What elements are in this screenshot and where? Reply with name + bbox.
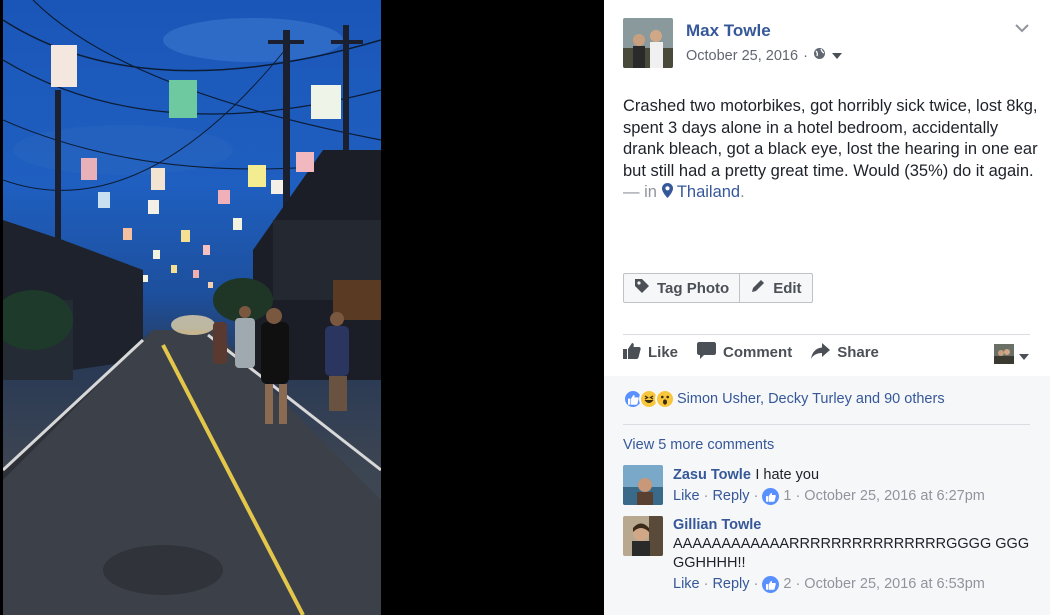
- share-icon: [811, 342, 831, 363]
- divider: [623, 334, 1030, 335]
- post-date[interactable]: October 25, 2016: [686, 48, 798, 64]
- tag-icon: [634, 278, 650, 298]
- post-body: Crashed two motorbikes, got horribly sic…: [623, 97, 1038, 180]
- photo-edit-buttons: Tag Photo Edit: [623, 273, 813, 303]
- location-pin-icon: [661, 183, 673, 201]
- pencil-icon: [750, 278, 766, 298]
- commenter-name[interactable]: Zasu Towle: [673, 467, 751, 483]
- post-photo[interactable]: [3, 0, 381, 615]
- comment-reply-link[interactable]: Reply: [712, 575, 749, 594]
- viewer-selector[interactable]: [994, 344, 1030, 369]
- post-actions: Like Comment Share: [623, 342, 879, 363]
- edit-label: Edit: [773, 279, 802, 297]
- view-more-comments-link[interactable]: View 5 more comments: [623, 437, 774, 453]
- chevron-down-icon[interactable]: [1014, 20, 1030, 36]
- edit-button[interactable]: Edit: [739, 274, 811, 302]
- post-text: Crashed two motorbikes, got horribly sic…: [623, 96, 1038, 204]
- share-label: Share: [837, 344, 879, 361]
- comment-item: Zasu Towle I hate you Like · Reply · 1 ·…: [623, 465, 1033, 507]
- like-label: Like: [648, 344, 679, 361]
- share-button[interactable]: Share: [811, 342, 879, 363]
- tag-photo-button[interactable]: Tag Photo: [624, 274, 739, 302]
- comment-text: I hate you: [755, 467, 820, 483]
- comment-reply-link[interactable]: Reply: [712, 487, 749, 506]
- separator-dot: ·: [753, 488, 759, 504]
- caret-down-icon[interactable]: [831, 48, 843, 64]
- comment-item: Gillian Towle AAAAAAAAAAAARRRRRRRRRRRRRR…: [623, 516, 1033, 596]
- separator-dot: ·: [753, 576, 759, 592]
- thumbs-up-icon: [623, 342, 641, 363]
- like-button[interactable]: Like: [623, 342, 678, 363]
- comment-footer: Like · Reply · 2 · October 25, 2016 at 6…: [673, 575, 1033, 594]
- commenter-avatar[interactable]: [623, 516, 663, 556]
- post-meta: October 25, 2016 ·: [686, 47, 843, 64]
- caret-down-icon: [1018, 348, 1030, 366]
- meta-separator: ·: [803, 47, 808, 64]
- location-prefix: — in: [623, 183, 662, 201]
- separator-dot: ·: [703, 576, 709, 592]
- commenter-avatar[interactable]: [623, 465, 663, 505]
- comment-body: Zasu Towle I hate you Like · Reply · 1 ·…: [673, 465, 1033, 506]
- separator-dot: ·: [795, 576, 801, 592]
- comment-like-count[interactable]: 1: [783, 487, 791, 506]
- separator-dot: ·: [703, 488, 709, 504]
- location-end: .: [740, 183, 745, 201]
- comment-text: AAAAAAAAAAAARRRRRRRRRRRRRRRGGGG GGGGGHHH…: [673, 536, 1030, 571]
- like-badge-icon: [762, 576, 780, 593]
- commenter-name[interactable]: Gillian Towle: [673, 516, 1033, 535]
- comment-like-link[interactable]: Like: [673, 575, 700, 594]
- author-name[interactable]: Max Towle: [686, 21, 771, 41]
- globe-icon: [813, 47, 826, 64]
- comment-icon: [697, 342, 717, 363]
- author-avatar[interactable]: [623, 18, 673, 68]
- comment-body: Gillian Towle AAAAAAAAAAAARRRRRRRRRRRRRR…: [673, 516, 1033, 594]
- location-link[interactable]: Thailand: [677, 183, 740, 201]
- comment-timestamp[interactable]: October 25, 2016 at 6:53pm: [804, 575, 985, 594]
- comment-like-count[interactable]: 2: [783, 575, 791, 594]
- divider: [623, 424, 1030, 425]
- photo-viewer-stage[interactable]: [0, 0, 604, 615]
- comment-footer: Like · Reply · 1 · October 25, 2016 at 6…: [673, 487, 1033, 506]
- post-side-panel: Max Towle October 25, 2016 · Crashed two…: [604, 0, 1050, 615]
- comment-timestamp[interactable]: October 25, 2016 at 6:27pm: [804, 487, 985, 506]
- like-badge-icon: [762, 488, 780, 505]
- wow-reaction-icon: [655, 389, 675, 409]
- reaction-icons: [623, 389, 675, 409]
- viewer-avatar: [994, 344, 1014, 369]
- comment-like-link[interactable]: Like: [673, 487, 700, 506]
- photo-street-scene: [3, 0, 381, 615]
- comment-label: Comment: [723, 344, 793, 361]
- separator-dot: ·: [795, 488, 801, 504]
- tag-photo-label: Tag Photo: [657, 279, 730, 297]
- reactions-bar[interactable]: Simon Usher, Decky Turley and 90 others: [623, 389, 945, 409]
- comment-button[interactable]: Comment: [697, 342, 792, 363]
- reactions-summary[interactable]: Simon Usher, Decky Turley and 90 others: [677, 391, 945, 407]
